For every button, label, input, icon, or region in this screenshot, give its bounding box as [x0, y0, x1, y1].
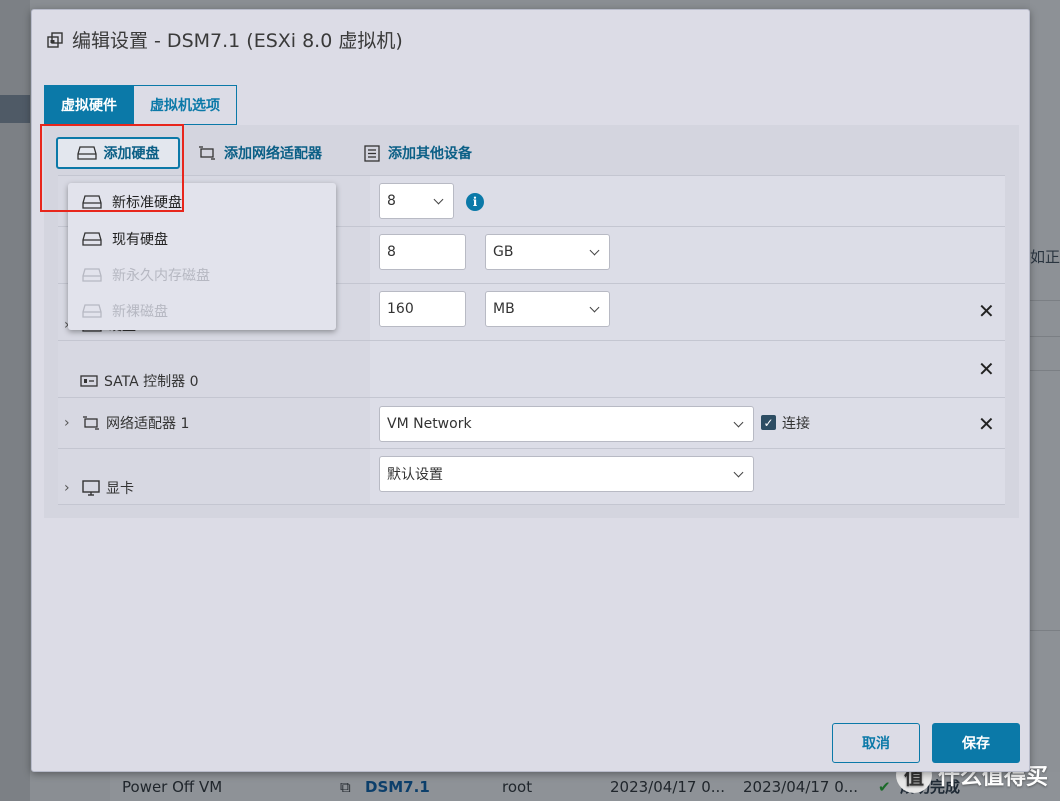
chevron-right-icon[interactable]: ›: [64, 480, 76, 496]
network-adapter-icon: [83, 416, 99, 430]
disk-icon: [82, 232, 102, 246]
add-other-device-button[interactable]: 添加其他设备: [364, 143, 472, 163]
sata-row-label: SATA 控制器 0: [80, 371, 199, 391]
task-action: Power Off VM: [122, 777, 223, 796]
display-row-label[interactable]: › 显卡: [64, 478, 134, 498]
cpu-count-select[interactable]: 8: [379, 183, 454, 219]
vm-edit-icon: [47, 31, 63, 48]
task-target-link[interactable]: DSM7.1: [365, 778, 430, 796]
tab-vm-options[interactable]: 虚拟机选项: [134, 85, 237, 125]
network-adapter-icon: [199, 146, 215, 160]
task-time-end: 2023/04/17 0...: [743, 777, 859, 796]
chevron-right-icon[interactable]: ›: [64, 415, 76, 431]
background-right-panel: [1030, 0, 1060, 801]
highlight-annotation-box: [40, 124, 184, 212]
network-row-label[interactable]: › 网络适配器 1: [64, 413, 189, 433]
memory-unit-select[interactable]: GB: [485, 234, 610, 270]
display-row: › 显卡 默认设置: [58, 448, 1005, 505]
tab-virtual-hardware[interactable]: 虚拟硬件: [44, 85, 134, 125]
success-check-icon: ✔: [878, 777, 891, 796]
disk-size-input[interactable]: 160: [379, 291, 466, 327]
other-device-icon: [364, 144, 380, 162]
connect-checkbox[interactable]: ✓: [761, 415, 776, 430]
hardware-panel: 添加硬盘 添加网络适配器 添加其他设备 8 i 8 GB › 160 MB ✕ …: [44, 125, 1019, 518]
background-left-panel: [0, 0, 30, 801]
remove-network-icon[interactable]: ✕: [978, 414, 995, 434]
task-time-start: 2023/04/17 0...: [610, 777, 726, 796]
dialog-title: 编辑设置 - DSM7.1 (ESXi 8.0 虚拟机): [46, 26, 403, 53]
menu-item-existing-disk[interactable]: 现有硬盘: [82, 229, 168, 249]
network-select[interactable]: VM Network: [379, 406, 754, 442]
cancel-button[interactable]: 取消: [832, 723, 920, 763]
add-network-label: 添加网络适配器: [224, 146, 322, 162]
sata-controller-row: SATA 控制器 0 ✕: [58, 340, 1005, 397]
save-button[interactable]: 保存: [932, 723, 1020, 763]
dialog-title-text: 编辑设置 - DSM7.1 (ESXi 8.0 虚拟机): [72, 30, 403, 52]
display-settings-select[interactable]: 默认设置: [379, 456, 754, 492]
memory-size-input[interactable]: 8: [379, 234, 466, 270]
task-user: root: [502, 777, 533, 796]
monitor-icon: [82, 480, 100, 496]
menu-item-new-raw-disk[interactable]: 新裸磁盘: [82, 301, 168, 321]
dialog-tabs: 虚拟硬件 虚拟机选项: [44, 85, 237, 125]
remove-disk-icon[interactable]: ✕: [978, 301, 995, 321]
controller-icon: [80, 375, 98, 387]
info-icon[interactable]: i: [466, 193, 484, 211]
background-nav-highlight: [0, 95, 30, 123]
add-other-label: 添加其他设备: [388, 146, 472, 162]
network-adapter-row: › 网络适配器 1 VM Network ✓ 连接 ✕: [58, 397, 1005, 448]
vm-icon: ⧉: [340, 777, 351, 796]
connect-label: 连接: [782, 416, 810, 432]
remove-sata-icon[interactable]: ✕: [978, 359, 995, 379]
add-network-adapter-button[interactable]: 添加网络适配器: [198, 143, 322, 163]
pmem-disk-icon: [82, 268, 102, 282]
background-right-text: 如正: [1030, 248, 1060, 266]
menu-item-new-pmem-disk[interactable]: 新永久内存磁盘: [82, 265, 210, 285]
disk-unit-select[interactable]: MB: [485, 291, 610, 327]
raw-disk-icon: [82, 304, 102, 318]
